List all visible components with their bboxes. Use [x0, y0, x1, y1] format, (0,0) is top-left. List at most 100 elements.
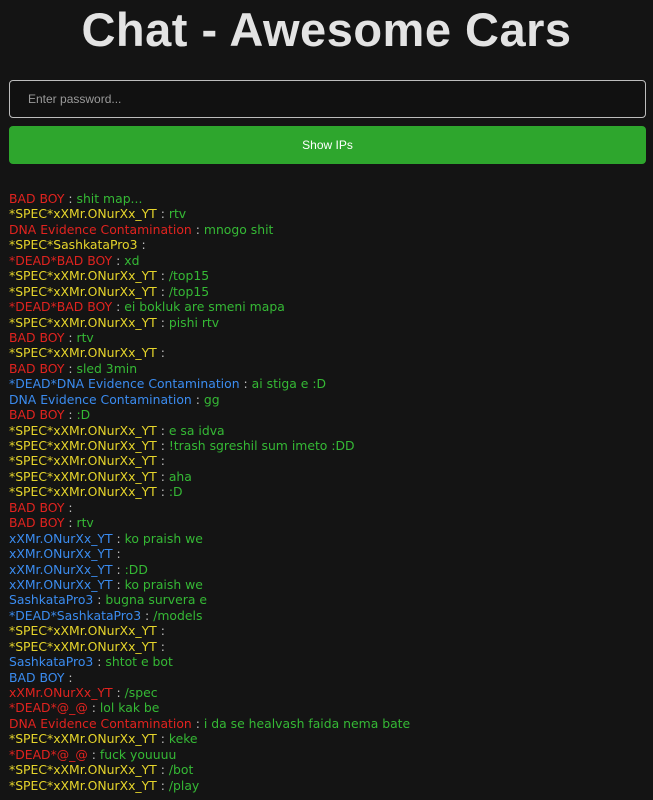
chat-message: xXMr.ONurXx_YT : /spec — [9, 685, 649, 700]
chat-username: *SPEC*xXMr.ONurXx_YT — [9, 268, 157, 284]
chat-message: xXMr.ONurXx_YT : — [9, 546, 649, 561]
chat-username: *SPEC*xXMr.ONurXx_YT — [9, 453, 157, 469]
chat-message: *DEAD*DNA Evidence Contamination : ai st… — [9, 376, 649, 391]
chat-message: BAD BOY : rtv — [9, 330, 649, 345]
chat-separator: : — [91, 700, 96, 716]
show-ips-button[interactable]: Show IPs — [9, 126, 646, 164]
chat-message: BAD BOY : sled 3min — [9, 361, 649, 376]
chat-username: DNA Evidence Contamination — [9, 221, 192, 237]
chat-username: xXMr.ONurXx_YT — [9, 685, 113, 700]
chat-username: DNA Evidence Contamination — [9, 715, 192, 731]
chat-separator: : — [145, 607, 150, 623]
chat-message: DNA Evidence Contamination : mnogo shit — [9, 222, 649, 237]
chat-message: *DEAD*@_@ : lol kak be — [9, 700, 649, 715]
chat-separator: : — [160, 762, 165, 778]
chat-username: *SPEC*xXMr.ONurXx_YT — [9, 345, 157, 361]
chat-text: :DD — [124, 561, 148, 577]
chat-separator: : — [68, 499, 73, 515]
chat-separator: : — [160, 345, 165, 361]
chat-username: *SPEC*xXMr.ONurXx_YT — [9, 623, 157, 639]
chat-text: /top15 — [168, 283, 210, 299]
chat-text: rtv — [168, 206, 187, 222]
chat-message: BAD BOY : — [9, 670, 649, 685]
chat-separator: : — [160, 314, 165, 330]
chat-message: BAD BOY : rtv — [9, 515, 649, 530]
chat-message: xXMr.ONurXx_YT : :DD — [9, 562, 649, 577]
chat-username: *DEAD*BAD BOY — [9, 299, 113, 315]
chat-separator: : — [141, 237, 146, 253]
chat-separator: : — [116, 252, 121, 268]
chat-message: DNA Evidence Contamination : gg — [9, 392, 649, 407]
chat-username: xXMr.ONurXx_YT — [9, 576, 113, 592]
chat-text: ai stiga e :D — [251, 376, 327, 392]
chat-message: SashkataPro3 : shtot e bot — [9, 654, 649, 669]
chat-separator: : — [160, 438, 165, 453]
chat-username: *SPEC*xXMr.ONurXx_YT — [9, 438, 157, 453]
chat-username: *SPEC*xXMr.ONurXx_YT — [9, 638, 157, 654]
chat-text: shit map... — [76, 191, 143, 206]
chat-username: BAD BOY — [9, 669, 65, 685]
chat-username: *SPEC*xXMr.ONurXx_YT — [9, 731, 157, 747]
chat-text: xd — [124, 252, 140, 268]
chat-separator: : — [160, 731, 165, 747]
chat-username: SashkataPro3 — [9, 654, 94, 670]
chat-message: SashkataPro3 : bugna survera e — [9, 592, 649, 607]
chat-text: /spec — [124, 685, 158, 700]
chat-separator: : — [160, 283, 165, 299]
chat-message: *SPEC*xXMr.ONurXx_YT : rtv — [9, 206, 649, 221]
chat-message: *SPEC*xXMr.ONurXx_YT : keke — [9, 731, 649, 746]
chat-separator: : — [160, 777, 165, 793]
chat-message: BAD BOY : shit map... — [9, 191, 649, 206]
chat-separator: : — [116, 299, 121, 315]
chat-text: ko praish we — [124, 530, 203, 546]
chat-username: BAD BOY — [9, 329, 65, 345]
chat-separator: : — [160, 638, 165, 654]
chat-username: DNA Evidence Contamination — [9, 391, 192, 407]
chat-text: keke — [168, 731, 198, 747]
chat-username: *SPEC*xXMr.ONurXx_YT — [9, 468, 157, 484]
chat-separator: : — [160, 268, 165, 284]
chat-username: *SPEC*xXMr.ONurXx_YT — [9, 283, 157, 299]
chat-separator: : — [195, 391, 200, 407]
chat-message: xXMr.ONurXx_YT : ko praish we — [9, 531, 649, 546]
chat-text: bugna survera e — [105, 592, 207, 608]
chat-message: *SPEC*xXMr.ONurXx_YT : /top15 — [9, 284, 649, 299]
chat-message: *DEAD*BAD BOY : ei bokluk are smeni mapa — [9, 299, 649, 314]
chat-text: /top15 — [168, 268, 210, 284]
page-title: Chat - Awesome Cars — [81, 3, 572, 56]
chat-message: *SPEC*xXMr.ONurXx_YT : /top15 — [9, 268, 649, 283]
chat-text: ei bokluk are smeni mapa — [124, 299, 285, 315]
chat-separator: : — [160, 422, 165, 438]
chat-message: *SPEC*xXMr.ONurXx_YT : /play — [9, 778, 649, 793]
chat-log: BAD BOY : shit map... *SPEC*xXMr.ONurXx_Y… — [9, 191, 649, 793]
password-input[interactable] — [9, 80, 646, 118]
chat-text: gg — [203, 391, 220, 407]
chat-separator: : — [116, 530, 121, 546]
chat-text: :D — [168, 484, 183, 500]
chat-text: aha — [168, 468, 192, 484]
chat-separator: : — [160, 206, 165, 222]
chat-username: BAD BOY — [9, 360, 65, 376]
chat-username: *DEAD*DNA Evidence Contamination — [9, 376, 240, 392]
chat-username: BAD BOY — [9, 499, 65, 515]
chat-username: *DEAD*@_@ — [9, 746, 88, 762]
chat-separator: : — [160, 453, 165, 469]
chat-username: BAD BOY — [9, 191, 65, 206]
chat-username: *DEAD*SashkataPro3 — [9, 607, 142, 623]
chat-text: /bot — [168, 762, 194, 778]
chat-username: *DEAD*@_@ — [9, 700, 88, 716]
chat-text: lol kak be — [99, 700, 160, 716]
chat-separator: : — [116, 546, 121, 562]
chat-username: BAD BOY — [9, 407, 65, 423]
chat-text: fuck youuuu — [99, 746, 177, 762]
chat-username: SashkataPro3 — [9, 592, 94, 608]
chat-separator: : — [68, 360, 73, 376]
chat-username: *DEAD*BAD BOY — [9, 252, 113, 268]
chat-separator: : — [68, 407, 73, 423]
chat-separator: : — [116, 576, 121, 592]
chat-message: *SPEC*xXMr.ONurXx_YT : — [9, 639, 649, 654]
chat-username: BAD BOY — [9, 515, 65, 531]
chat-message: *SPEC*xXMr.ONurXx_YT : — [9, 453, 649, 468]
chat-text: ko praish we — [124, 576, 203, 592]
chat-message: BAD BOY : — [9, 500, 649, 515]
